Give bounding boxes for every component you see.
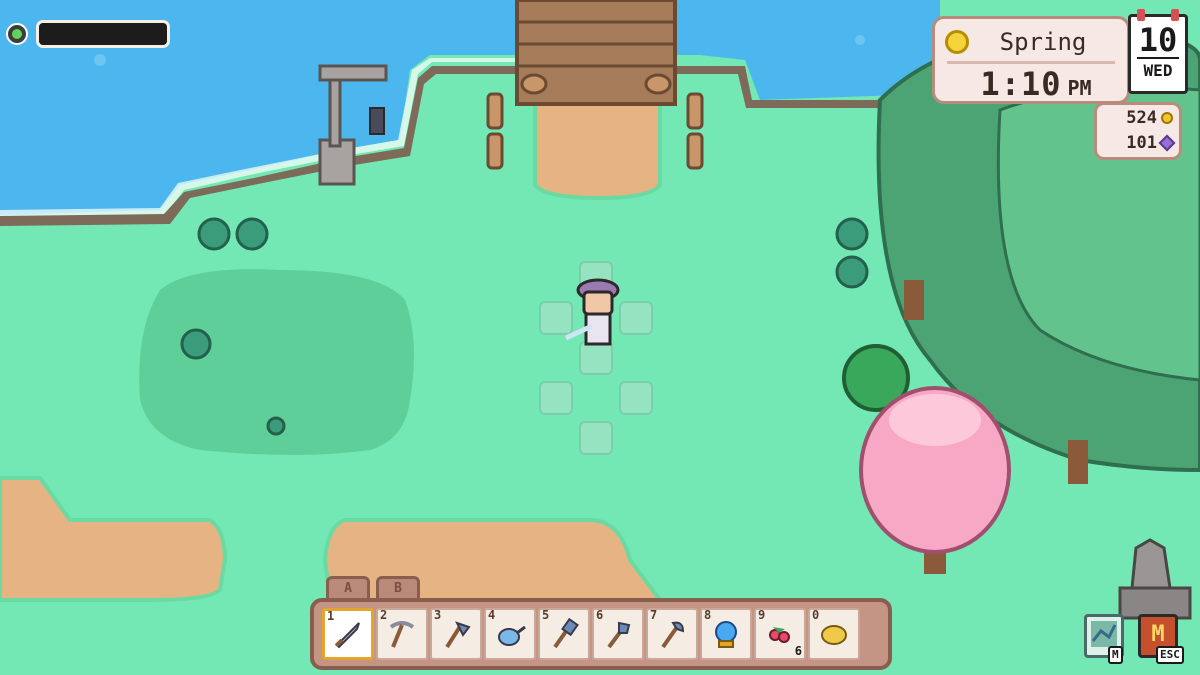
hotbar-slot-7[interactable]: 7: [646, 608, 698, 660]
crystal-ball-icon: [715, 621, 737, 648]
wooden-dock[interactable]: [515, 0, 677, 106]
energy-orb-icon: [6, 23, 28, 45]
slot-number: 2: [380, 608, 388, 622]
hammer-icon: [553, 617, 579, 649]
pickaxe-icon: [389, 621, 415, 648]
hotbar-slot-4[interactable]: 4: [484, 608, 536, 660]
currency-panel: 524 101: [1094, 102, 1182, 160]
hotbar-slot-1[interactable]: 1: [322, 608, 374, 660]
menu-icon: M: [1151, 622, 1165, 647]
calendar-weekday: WED: [1137, 57, 1179, 80]
slot-number: 0: [812, 608, 820, 622]
calendar-date: 10 WED: [1128, 9, 1188, 94]
hotbar-slot-3[interactable]: 3: [430, 608, 482, 660]
slot-number: 3: [434, 608, 442, 622]
hotbar-slot-6[interactable]: 6: [592, 608, 644, 660]
slot-number: 7: [650, 608, 658, 622]
slot-number: 5: [542, 608, 550, 622]
calendar-day: 10: [1138, 21, 1178, 59]
panel-divider: [947, 61, 1115, 64]
season-label: Spring: [999, 28, 1087, 56]
hotbar-slot-8[interactable]: 8: [700, 608, 752, 660]
hoe-icon: [661, 621, 685, 649]
hay-icon: [821, 625, 847, 645]
sword-icon: [334, 622, 360, 649]
player-character[interactable]: [564, 278, 620, 346]
hotbar-tab-a[interactable]: A: [326, 576, 370, 598]
hotbar-slot-5[interactable]: 5: [538, 608, 590, 660]
slot-number: 1: [327, 609, 335, 623]
sand-path-left: [0, 476, 228, 602]
gem-icon: [1158, 134, 1176, 151]
slot-number: 4: [488, 608, 496, 622]
axe-icon: [445, 621, 471, 649]
map-key-hint: M: [1108, 646, 1123, 664]
hotbar-tabs: A B: [326, 576, 420, 598]
energy-bar: [36, 20, 170, 48]
berries-icon: [769, 627, 790, 643]
clock-period: PM: [1067, 76, 1092, 100]
clock: 1:10 PM: [955, 65, 1117, 103]
slot-number: 9: [758, 608, 766, 622]
watering-can-icon: [498, 625, 526, 646]
slot-quantity: 6: [794, 644, 802, 658]
cherry-blossom-tree: [859, 386, 1011, 574]
coin-icon: [1161, 111, 1173, 124]
gargoyle-statue[interactable]: [1118, 538, 1192, 620]
clock-time: 1:10: [980, 65, 1062, 103]
sand-path-dock: [533, 98, 662, 201]
slot-number: 8: [704, 608, 712, 622]
energy-meter: [6, 20, 170, 48]
gem-count: 101: [1126, 132, 1157, 153]
hotbar-slot-9[interactable]: 9 6: [754, 608, 806, 660]
slot-number: 6: [596, 608, 604, 622]
hotbar-tab-b[interactable]: B: [376, 576, 420, 598]
shovel-icon: [607, 621, 631, 649]
menu-key-hint: ESC: [1156, 646, 1184, 664]
coin-count: 524: [1126, 107, 1157, 128]
sun-icon: [945, 30, 969, 54]
item-hotbar: 1 2 3 4 5 6 7 8 9 6 0: [310, 598, 892, 670]
hotbar-slot-2[interactable]: 2: [376, 608, 428, 660]
hotbar-slot-0[interactable]: 0: [808, 608, 860, 660]
season-time-panel: Spring 1:10 PM: [932, 16, 1130, 104]
